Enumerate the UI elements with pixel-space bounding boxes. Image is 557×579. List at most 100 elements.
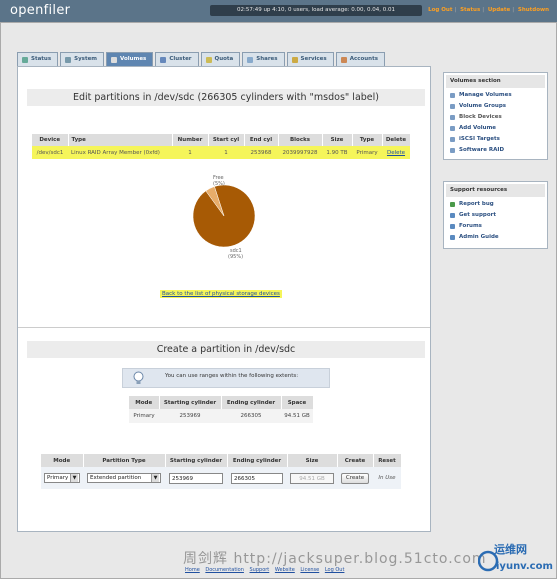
col-ptype: Type	[352, 134, 383, 146]
tab-system[interactable]: System	[60, 52, 105, 66]
create-partition-title: Create a partition in /dev/sdc	[27, 341, 425, 358]
tab-cluster[interactable]: Cluster	[155, 52, 199, 66]
table-header-row: Mode Starting cylinder Ending cylinder S…	[129, 396, 314, 409]
bug-icon	[450, 202, 455, 207]
tab-shares[interactable]: Shares	[242, 52, 285, 66]
cell-ending-cylinder: 266305	[221, 409, 281, 423]
cell-space: 94.51 GB	[281, 409, 313, 423]
cell-mode: Primary	[129, 409, 159, 423]
footer-license-link[interactable]: License	[300, 567, 319, 573]
tab-volumes[interactable]: Volumes	[106, 52, 154, 66]
starting-cylinder-input[interactable]: 253969	[169, 472, 223, 484]
col-reset: Reset	[373, 454, 402, 467]
lightbulb-icon	[133, 371, 144, 384]
shutdown-link[interactable]: Shutdown	[516, 7, 551, 13]
sidebar-item-software-raid[interactable]: Software RAID	[444, 145, 547, 156]
sidebar-item-admin-guide[interactable]: Admin Guide	[444, 232, 547, 243]
top-links: Log Out | Status | Update | Shutdown	[426, 7, 551, 13]
svg-text:iyunv.com: iyunv.com	[496, 561, 553, 572]
col-starting-cylinder: Starting cylinder	[159, 396, 222, 409]
col-create: Create	[337, 454, 374, 467]
create-button[interactable]: Create	[340, 472, 370, 484]
tab-quota[interactable]: Quota	[200, 52, 241, 66]
sidebar-item-report-bug[interactable]: Report bug	[444, 199, 547, 210]
support-resources-panel: Support resources Report bug Get support…	[443, 181, 548, 249]
cell-type: Linux RAID Array Member (0xfd)	[68, 146, 172, 159]
col-mode: Mode	[129, 396, 160, 409]
cell-number: 1	[172, 146, 208, 159]
table-header-row: Device Type Number Start cyl End cyl Blo…	[32, 134, 411, 146]
partition-table: Device Type Number Start cyl End cyl Blo…	[32, 134, 411, 159]
tab-status[interactable]: Status	[17, 52, 59, 66]
col-blocks: Blocks	[278, 134, 323, 146]
sdc1-slice-pct: (95%)	[228, 254, 243, 260]
partition-type-select[interactable]: Extended partition ▼	[87, 473, 161, 483]
volume-group-icon	[450, 104, 455, 109]
footer-logout-link[interactable]: Log Out	[325, 567, 345, 573]
update-link[interactable]: Update	[486, 7, 512, 13]
status-link[interactable]: Status	[458, 7, 482, 13]
volumes-section-title: Volumes section	[446, 75, 545, 88]
sidebar-item-block-devices[interactable]: Block Devices	[444, 112, 547, 123]
footer-support-link[interactable]: Support	[250, 567, 270, 573]
cell-size: 1.90 TB	[322, 146, 352, 159]
table-row: Primary 253969 266305 94.51 GB	[129, 409, 313, 423]
svg-text:运维网: 运维网	[494, 542, 527, 556]
chevron-down-icon: ▼	[151, 474, 159, 482]
footer-links: Home Documentation Support Website Licen…	[185, 567, 348, 573]
col-ending-cylinder: Ending cylinder	[221, 396, 282, 409]
size-input[interactable]: 94.51 GB	[290, 472, 334, 484]
block-device-icon	[450, 115, 455, 120]
mode-select[interactable]: Primary ▼	[44, 473, 80, 483]
footer-website-link[interactable]: Website	[275, 567, 295, 573]
sidebar-item-add-volume[interactable]: Add Volume	[444, 123, 547, 134]
sidebar-item-volume-groups[interactable]: Volume Groups	[444, 101, 547, 112]
tab-accounts[interactable]: Accounts	[335, 52, 385, 66]
form-row: Primary ▼ Extended partition ▼ 253969 2663…	[41, 467, 401, 489]
volume-icon	[450, 93, 455, 98]
col-partition-type: Partition Type	[83, 454, 166, 467]
logout-link[interactable]: Log Out	[426, 7, 454, 13]
header-bar: openfiler 02:57:49 up 4:10, 0 users, loa…	[0, 0, 557, 22]
partition-pie-chart: Free (5%) sdc1 (95%)	[192, 175, 256, 260]
support-icon	[450, 213, 455, 218]
status-icon	[22, 56, 28, 63]
back-to-devices-link[interactable]: Back to the list of physical storage dev…	[160, 290, 282, 298]
reset-status: In Use	[373, 467, 401, 489]
tab-services[interactable]: Services	[286, 52, 334, 66]
col-size: Size	[287, 454, 338, 467]
quota-icon	[205, 56, 212, 63]
info-text: You can use ranges within the following …	[165, 373, 299, 379]
sidebar-item-forums[interactable]: Forums	[444, 221, 547, 232]
sidebar-item-iscsi-targets[interactable]: iSCSI Targets	[444, 134, 547, 145]
col-space: Space	[281, 396, 314, 409]
forums-icon	[450, 224, 455, 229]
col-end-cyl: End cyl	[244, 134, 279, 146]
col-device: Device	[32, 134, 69, 146]
table-header-row: Mode Partition Type Starting cylinder En…	[41, 454, 402, 467]
system-status: 02:57:49 up 4:10, 0 users, load average:…	[210, 5, 422, 16]
sidebar-item-get-support[interactable]: Get support	[444, 210, 547, 221]
main-tabs: Status System Volumes Cluster Quota Shar…	[17, 52, 387, 66]
add-volume-icon	[450, 126, 455, 131]
create-partition-form: Mode Partition Type Starting cylinder En…	[41, 454, 402, 489]
cell-device: /dev/sdc1	[32, 146, 68, 159]
col-delete: Delete	[382, 134, 411, 146]
footer-home-link[interactable]: Home	[185, 567, 200, 573]
chevron-down-icon: ▼	[70, 474, 78, 482]
col-mode: Mode	[41, 454, 84, 467]
extents-table: Mode Starting cylinder Ending cylinder S…	[129, 396, 314, 423]
col-start-cyl: Start cyl	[208, 134, 245, 146]
system-icon	[65, 56, 72, 63]
footer-documentation-link[interactable]: Documentation	[205, 567, 244, 573]
cell-starting-cylinder: 253969	[159, 409, 221, 423]
openfiler-logo: openfiler	[10, 3, 71, 18]
sidebar-item-manage-volumes[interactable]: Manage Volumes	[444, 90, 547, 101]
raid-icon	[450, 148, 455, 153]
ending-cylinder-input[interactable]: 266305	[231, 472, 283, 484]
support-resources-title: Support resources	[446, 184, 545, 197]
delete-link[interactable]: Delete	[382, 146, 410, 159]
iscsi-icon	[450, 137, 455, 142]
watermark-text: 周剑辉 http://jacksuper.blog.51cto.com	[183, 551, 487, 567]
col-number: Number	[172, 134, 209, 146]
